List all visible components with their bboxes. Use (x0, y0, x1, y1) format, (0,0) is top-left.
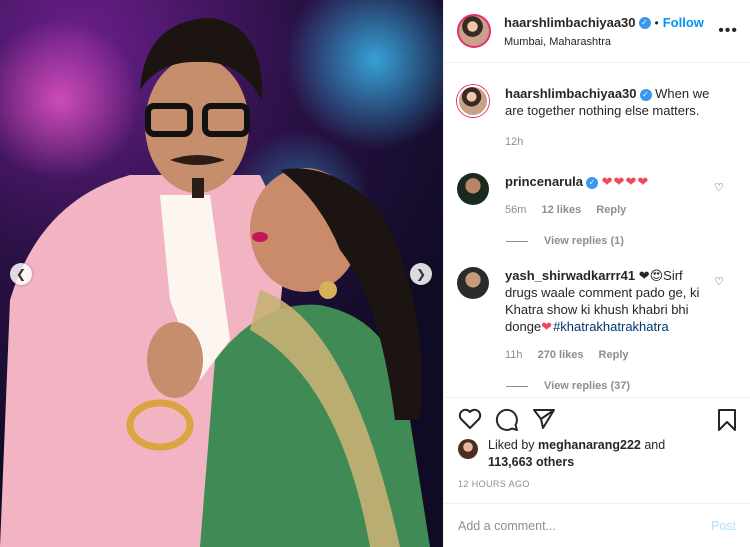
comment-meta: 11h 270 likes Reply (505, 347, 715, 364)
comment-username[interactable]: princenarula (505, 174, 583, 189)
comment-likes[interactable]: 270 likes (538, 349, 584, 361)
add-comment-bar: Post (444, 503, 750, 547)
comment-body: yash_shirwadkarrr41 ❤😍Sirf drugs waale c… (505, 267, 715, 364)
comment-item: princenarula ✓ ❤❤❤❤ 56m 12 likes Reply ♡ (444, 173, 750, 219)
comment-body: princenarula ✓ ❤❤❤❤ 56m 12 likes Reply (505, 173, 715, 219)
author-avatar[interactable] (457, 14, 491, 48)
post-photo[interactable]: ❮ ❯ (0, 0, 443, 547)
comment-bubble-icon[interactable] (495, 408, 519, 432)
photo-illustration (0, 0, 443, 547)
post-comment-button[interactable]: Post (711, 519, 736, 533)
caption: haarshlimbachiyaa30 ✓ When we are togethe… (444, 85, 750, 151)
add-comment-input[interactable] (458, 518, 711, 533)
caption-avatar[interactable] (457, 85, 489, 117)
verified-badge-icon: ✓ (639, 88, 652, 101)
comment-like-icon[interactable]: ♡ (714, 275, 724, 288)
verified-badge-icon: ✓ (586, 176, 599, 189)
separator-dot: • (654, 16, 659, 30)
reply-button[interactable]: Reply (599, 349, 629, 361)
replies-line (506, 385, 528, 387)
post-timestamp[interactable]: 12 HOURS AGO (458, 479, 530, 489)
liked-by-user[interactable]: meghanarang222 (538, 438, 641, 452)
save-bookmark-icon[interactable] (717, 408, 737, 432)
commenter-avatar[interactable] (457, 173, 489, 205)
replies-line (506, 240, 528, 242)
caption-username[interactable]: haarshlimbachiyaa30 (505, 86, 637, 101)
instagram-post: ❮ ❯ haarshlimbachiyaa30 ✓ • Follow Mumbai, … (0, 0, 750, 547)
view-replies-label: View replies (1) (544, 235, 624, 247)
commenter-avatar[interactable] (457, 267, 489, 299)
comment-heart-emoji: ❤ (541, 319, 554, 334)
author-info: haarshlimbachiyaa30 ✓ • Follow Mumbai, Maha… (504, 14, 704, 48)
reply-button[interactable]: Reply (596, 204, 626, 216)
comment-like-icon[interactable]: ♡ (714, 181, 724, 194)
view-replies-button[interactable]: View replies (1) (506, 235, 750, 247)
post-sidebar: haarshlimbachiyaa30 ✓ • Follow Mumbai, Maha… (443, 0, 750, 547)
liked-by-others[interactable]: 113,663 others (488, 455, 574, 469)
like-heart-icon[interactable] (458, 408, 482, 430)
follow-button[interactable]: Follow (663, 15, 704, 30)
more-options-icon[interactable]: ••• (718, 22, 738, 40)
verified-badge-icon: ✓ (638, 16, 651, 29)
comment-text: ❤❤❤❤ (601, 174, 650, 189)
liker-avatar[interactable] (458, 439, 478, 459)
previous-photo-button[interactable]: ❮ (10, 263, 32, 285)
comment-item: yash_shirwadkarrr41 ❤😍Sirf drugs waale c… (444, 267, 750, 364)
comments-section[interactable]: haarshlimbachiyaa30 ✓ When we are togethe… (444, 64, 750, 397)
liked-by: Liked by meghanarang222 and 113,663 othe… (458, 437, 665, 471)
caption-time: 12h (505, 136, 524, 148)
hashtag-link[interactable]: #khatrakhatrakhatra (553, 319, 669, 334)
caption-meta: 12h (505, 134, 715, 151)
next-photo-button[interactable]: ❯ (410, 263, 432, 285)
view-replies-button[interactable]: View replies (37) (506, 380, 750, 392)
share-send-icon[interactable] (532, 408, 556, 430)
comment-username[interactable]: yash_shirwadkarrr41 (505, 268, 635, 283)
action-bar (444, 397, 750, 439)
comment-time: 56m (505, 204, 527, 216)
post-header: haarshlimbachiyaa30 ✓ • Follow Mumbai, Maha… (444, 0, 750, 63)
view-replies-label: View replies (37) (544, 380, 631, 392)
liked-by-conjunction: and (644, 438, 666, 452)
comment-meta: 56m 12 likes Reply (505, 202, 715, 219)
comment-time: 11h (505, 349, 523, 361)
liked-by-prefix: Liked by (488, 438, 535, 452)
author-username[interactable]: haarshlimbachiyaa30 (504, 15, 636, 30)
caption-body: haarshlimbachiyaa30 ✓ When we are togethe… (505, 85, 715, 151)
liked-by-text: Liked by meghanarang222 and 113,663 othe… (488, 437, 665, 471)
location-link[interactable]: Mumbai, Maharashtra (504, 36, 704, 48)
comment-likes[interactable]: 12 likes (541, 204, 581, 216)
